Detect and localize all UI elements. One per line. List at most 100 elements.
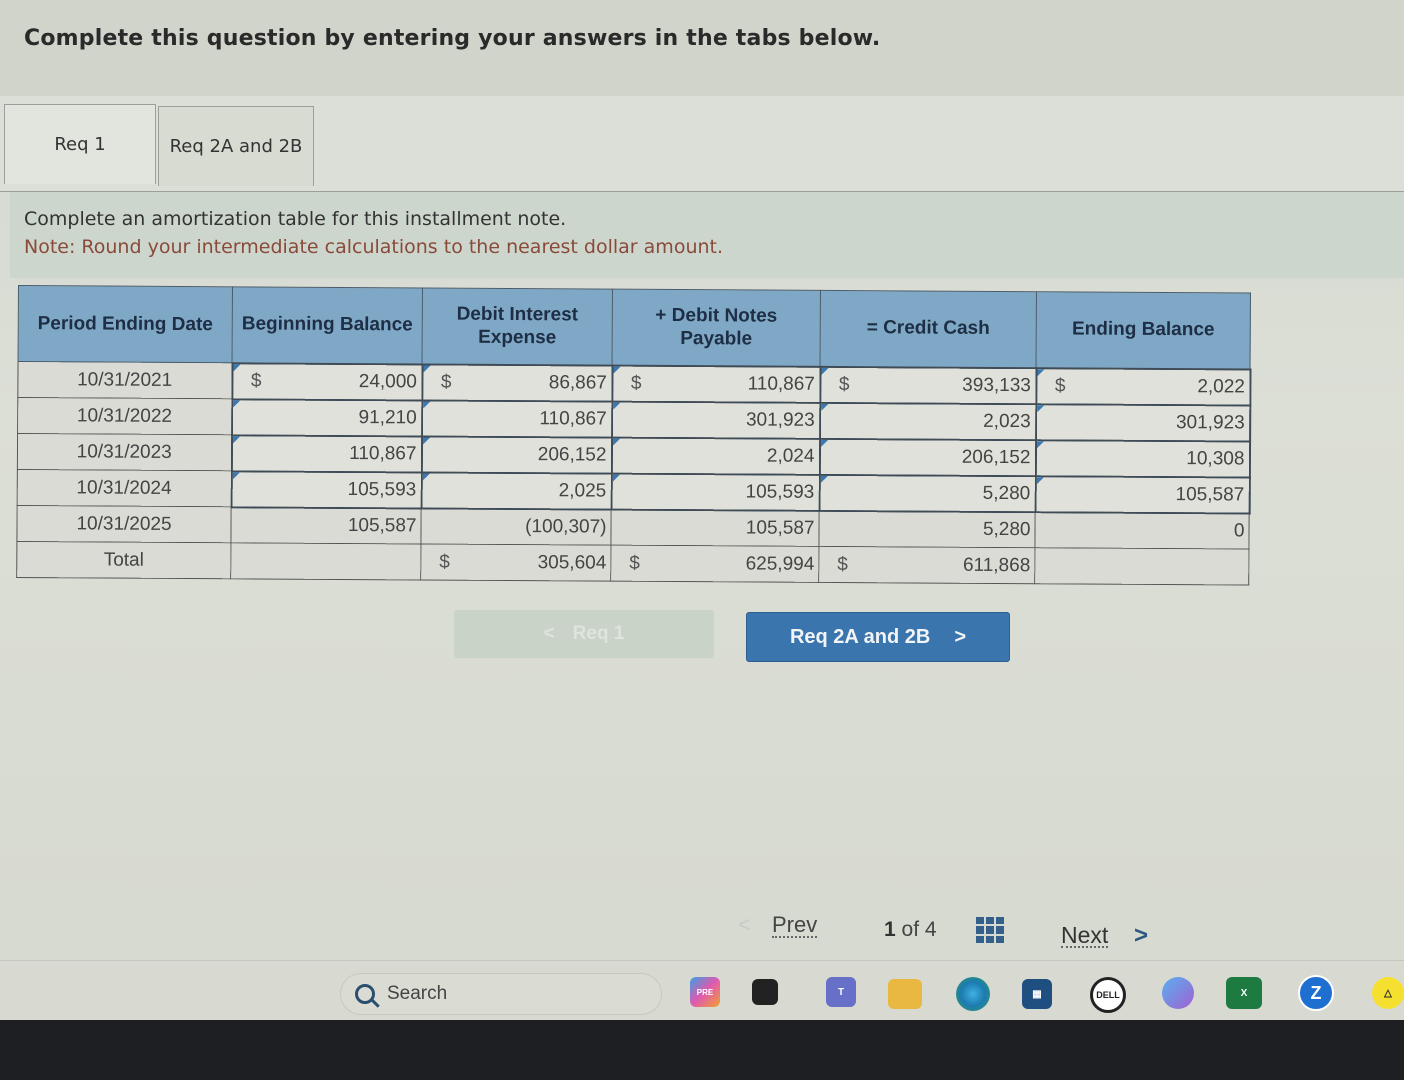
credit-cash-cell: 5,280 bbox=[818, 510, 1036, 548]
header-debit-notes-payable: + Debit Notes Payable bbox=[612, 289, 821, 367]
interest-expense-input[interactable]: 110,867 bbox=[421, 399, 612, 438]
total-notes-value: 625,994 bbox=[745, 552, 815, 575]
total-interest-value: 305,604 bbox=[537, 551, 607, 574]
tabs-bar: Req 1 Req 2A and 2B bbox=[0, 96, 1404, 192]
edge-icon[interactable] bbox=[956, 977, 990, 1011]
notes-payable-value: 105,587 bbox=[745, 517, 815, 539]
total-interest-cell: $305,604 bbox=[420, 543, 611, 582]
current-page: 1 bbox=[884, 918, 896, 941]
header-credit-cash: = Credit Cash bbox=[820, 290, 1037, 368]
notes-payable-value: 2,024 bbox=[766, 445, 815, 467]
ending-balance-input[interactable]: $2,022 bbox=[1035, 367, 1251, 406]
zoom-icon[interactable]: Z bbox=[1298, 975, 1334, 1011]
prev-req-label: Req 1 bbox=[572, 623, 625, 644]
chevron-left-icon: < bbox=[738, 912, 751, 937]
page-of: of bbox=[901, 918, 920, 941]
terminal-icon[interactable] bbox=[752, 979, 778, 1005]
table-header-row: Period Ending Date Beginning Balance Deb… bbox=[18, 285, 1251, 370]
ending-balance-input[interactable]: 10,308 bbox=[1035, 439, 1250, 478]
next-req-label: Req 2A and 2B bbox=[789, 625, 931, 648]
total-notes-cell: $625,994 bbox=[610, 545, 819, 583]
excel-icon[interactable]: X bbox=[1226, 977, 1262, 1009]
total-pages: 4 bbox=[924, 918, 937, 941]
notes-payable-input[interactable]: $110,867 bbox=[611, 365, 821, 403]
header-band: Complete this question by entering your … bbox=[0, 0, 1404, 96]
ending-balance-input[interactable]: 105,587 bbox=[1035, 475, 1250, 514]
credit-cash-input[interactable]: 206,152 bbox=[819, 438, 1036, 476]
total-ending-cell bbox=[1034, 547, 1249, 586]
total-beginning-cell bbox=[230, 542, 421, 580]
chevron-left-icon: < bbox=[543, 623, 555, 644]
beginning-balance-input[interactable]: 105,593 bbox=[231, 470, 422, 508]
copilot-pre-icon[interactable]: PRE bbox=[690, 977, 720, 1007]
credit-cash-value: 206,152 bbox=[961, 446, 1031, 468]
monitor-bezel bbox=[0, 1020, 1404, 1080]
search-icon bbox=[355, 984, 375, 1004]
period-date: 10/31/2021 bbox=[17, 361, 233, 399]
snapchat-icon[interactable]: △ bbox=[1372, 977, 1404, 1009]
interest-expense-input[interactable]: 206,152 bbox=[421, 435, 612, 474]
currency-symbol: $ bbox=[629, 552, 640, 574]
ending-balance-value: 2,022 bbox=[1197, 375, 1245, 397]
dell-icon[interactable]: DELL bbox=[1090, 977, 1126, 1013]
grid-icon[interactable] bbox=[976, 917, 1004, 943]
header-beginning-balance: Beginning Balance bbox=[232, 286, 423, 364]
tab-req-1[interactable]: Req 1 bbox=[4, 104, 156, 184]
beginning-balance-value: 105,593 bbox=[347, 478, 417, 500]
notes-payable-input[interactable]: 2,024 bbox=[611, 437, 820, 475]
beginning-balance-value: 24,000 bbox=[358, 370, 417, 392]
beginning-balance-input[interactable]: 110,867 bbox=[231, 434, 422, 472]
instruction-text: Complete this question by entering your … bbox=[24, 26, 881, 51]
credit-cash-input[interactable]: $393,133 bbox=[819, 366, 1037, 404]
notes-payable-value: 301,923 bbox=[745, 408, 815, 431]
credit-cash-input[interactable]: 5,280 bbox=[819, 474, 1036, 512]
notes-payable-input[interactable]: 105,593 bbox=[611, 473, 820, 511]
copilot-icon[interactable] bbox=[1162, 977, 1194, 1009]
total-cash-cell: $611,868 bbox=[818, 546, 1035, 584]
notes-payable-cell: 105,587 bbox=[610, 509, 820, 547]
credit-cash-input[interactable]: 2,023 bbox=[819, 402, 1036, 440]
interest-expense-value: 2,025 bbox=[558, 479, 607, 502]
screen: Complete this question by entering your … bbox=[0, 0, 1404, 1020]
notes-payable-value: 110,867 bbox=[747, 372, 815, 395]
ending-balance-value: 301,923 bbox=[1175, 411, 1245, 433]
ending-balance-input[interactable]: 301,923 bbox=[1035, 403, 1250, 442]
store-icon[interactable]: ▦ bbox=[1022, 979, 1052, 1009]
ending-balance-cell: 0 bbox=[1034, 511, 1250, 550]
pager-prev-link[interactable]: Prev bbox=[772, 914, 818, 938]
tab-req-2a-2b[interactable]: Req 2A and 2B bbox=[158, 106, 314, 186]
taskbar-search[interactable]: Search bbox=[340, 973, 662, 1015]
windows-start-icon[interactable] bbox=[282, 977, 316, 1011]
next-req-button[interactable]: Req 2A and 2B > bbox=[746, 612, 1010, 662]
currency-symbol: $ bbox=[838, 373, 850, 395]
teams-icon[interactable]: T bbox=[826, 977, 856, 1007]
notes-payable-value: 105,593 bbox=[745, 480, 815, 503]
period-date: 10/31/2022 bbox=[17, 397, 232, 435]
prompt-text: Complete an amortization table for this … bbox=[24, 208, 567, 230]
total-label: Total bbox=[16, 541, 231, 579]
file-explorer-icon[interactable] bbox=[888, 979, 922, 1009]
beginning-balance-value: 105,587 bbox=[347, 514, 417, 537]
beginning-balance-value: 91,210 bbox=[358, 406, 417, 428]
interest-expense-value: 110,867 bbox=[539, 407, 607, 430]
interest-expense-value: (100,307) bbox=[525, 515, 607, 538]
currency-symbol: $ bbox=[440, 371, 452, 393]
beginning-balance-input[interactable]: $24,000 bbox=[231, 362, 423, 400]
notes-payable-input[interactable]: 301,923 bbox=[611, 401, 820, 439]
chevron-right-icon[interactable]: > bbox=[1134, 922, 1148, 950]
interest-expense-input[interactable]: 2,025 bbox=[421, 471, 612, 510]
interest-expense-value: 206,152 bbox=[537, 443, 607, 466]
interest-expense-input[interactable]: $86,867 bbox=[421, 363, 613, 402]
beginning-balance-input[interactable]: 91,210 bbox=[231, 398, 422, 436]
pager-next-link[interactable]: Next bbox=[1061, 924, 1109, 948]
search-placeholder: Search bbox=[387, 983, 448, 1004]
ending-balance-value: 105,587 bbox=[1175, 483, 1245, 505]
interest-expense-cell: (100,307) bbox=[420, 507, 612, 546]
total-cash-value: 611,868 bbox=[962, 554, 1031, 576]
amortization-table: Period Ending Date Beginning Balance Deb… bbox=[16, 285, 1251, 586]
credit-cash-value: 5,280 bbox=[982, 482, 1031, 504]
header-debit-interest-expense: Debit Interest Expense bbox=[422, 287, 613, 366]
credit-cash-value: 2,023 bbox=[983, 410, 1031, 432]
prompt-band: Complete an amortization table for this … bbox=[10, 192, 1404, 278]
prompt-note: Note: Round your intermediate calculatio… bbox=[24, 236, 724, 258]
